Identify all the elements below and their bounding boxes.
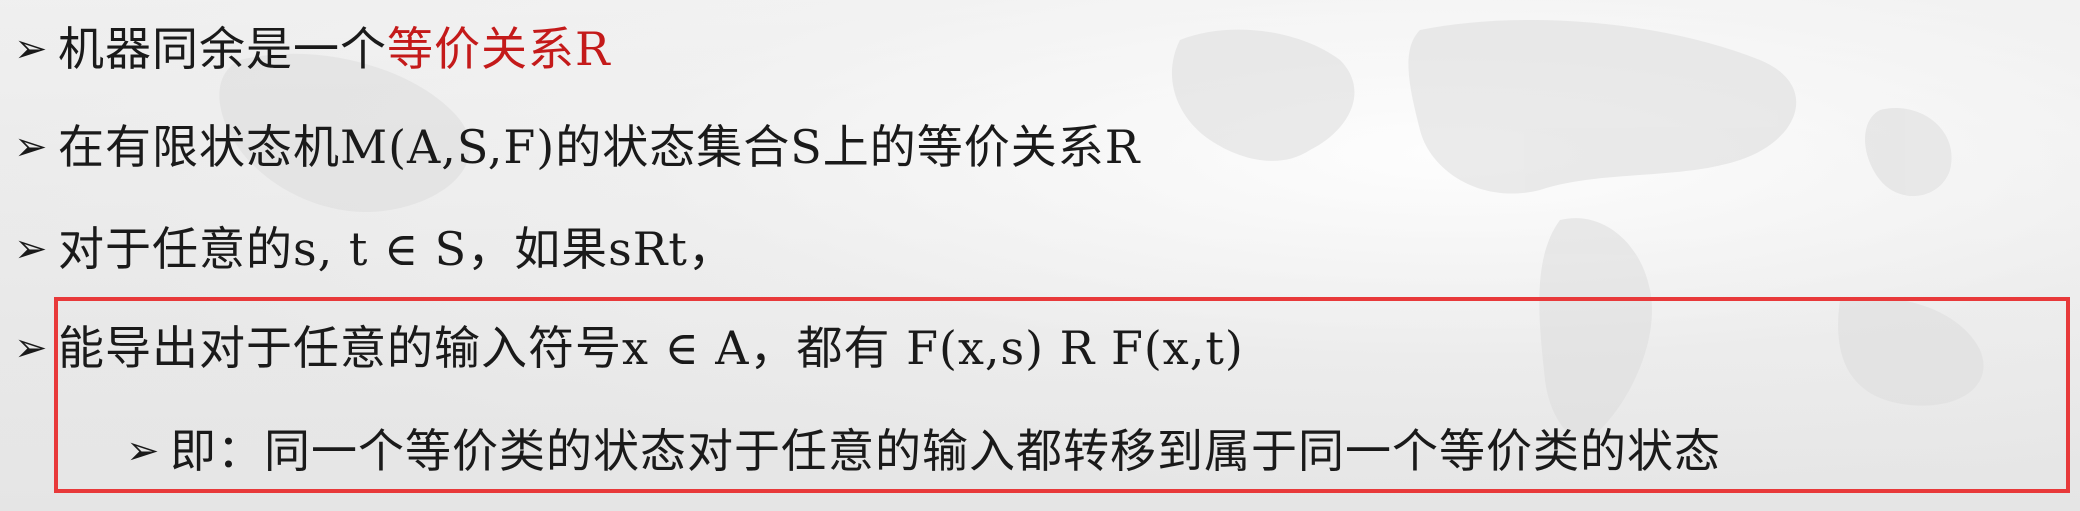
line-1-highlight: 等价关系R xyxy=(387,22,611,76)
bullet-line-1: ➢ 机器同余是一个 等价关系R xyxy=(14,26,611,72)
arrow-bullet-icon: ➢ xyxy=(14,325,48,371)
arrow-bullet-icon: ➢ xyxy=(126,428,160,474)
sub-bullet-line: ➢ 即：同一个等价类的状态对于任意的输入都转移到属于同一个等价类的状态 xyxy=(126,428,1721,474)
bullet-line-4: ➢ 能导出对于任意的输入符号x ∈ A，都有 F(x,s) R F(x,t) xyxy=(14,325,1244,371)
line-4-text: 能导出对于任意的输入符号x ∈ A，都有 F(x,s) R F(x,t) xyxy=(58,321,1244,375)
arrow-bullet-icon: ➢ xyxy=(14,226,48,272)
line-3-text: 对于任意的s, t ∈ S，如果sRt， xyxy=(58,222,735,276)
line-5-text: 即：同一个等价类的状态对于任意的输入都转移到属于同一个等价类的状态 xyxy=(170,424,1721,478)
line-1-text: 机器同余是一个 xyxy=(58,22,387,76)
bullet-line-3: ➢ 对于任意的s, t ∈ S，如果sRt， xyxy=(14,226,735,272)
line-2-text: 在有限状态机M(A,S,F)的状态集合S上的等价关系R xyxy=(58,120,1141,174)
bullet-line-2: ➢ 在有限状态机M(A,S,F)的状态集合S上的等价关系R xyxy=(14,124,1140,170)
arrow-bullet-icon: ➢ xyxy=(14,124,48,170)
arrow-bullet-icon: ➢ xyxy=(14,26,48,72)
